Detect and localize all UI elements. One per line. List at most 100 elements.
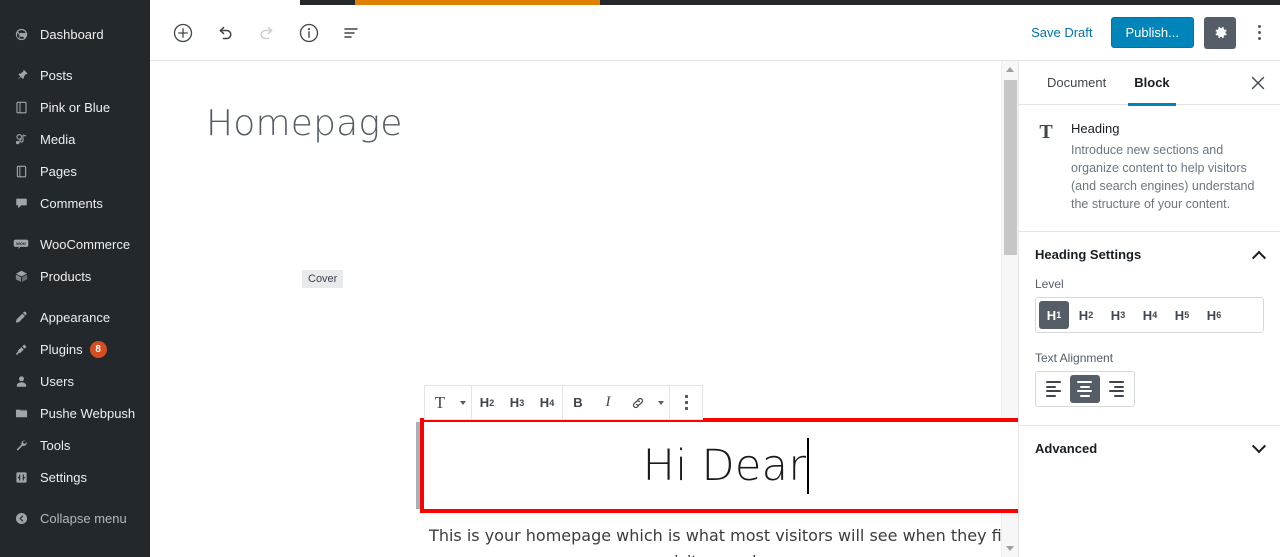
sidebar-item-pushe-webpush[interactable]: Pushe Webpush bbox=[0, 397, 150, 429]
heading-level-h2-button[interactable]: H2 bbox=[1071, 301, 1101, 329]
sidebar-item-pink-or-blue[interactable]: Pink or Blue bbox=[0, 91, 150, 123]
editor-toolbar: Save Draft Publish... bbox=[150, 5, 1280, 61]
woocommerce-icon: woo bbox=[10, 237, 32, 251]
block-type-button[interactable]: T bbox=[425, 386, 455, 419]
align-left-button[interactable] bbox=[1039, 375, 1068, 403]
sidebar-item-media[interactable]: Media bbox=[0, 123, 150, 155]
content-info-button[interactable] bbox=[292, 16, 326, 50]
inline-format-group: B I bbox=[563, 386, 670, 419]
undo-icon bbox=[219, 26, 232, 39]
settings-toggle-button[interactable] bbox=[1204, 16, 1236, 49]
level-number: 4 bbox=[1152, 310, 1158, 320]
tab-block[interactable]: Block bbox=[1120, 61, 1183, 106]
heading-level-h1-button[interactable]: H1 bbox=[1039, 301, 1069, 329]
progress-bar-fill bbox=[355, 0, 600, 5]
sidebar-item-plugins[interactable]: Plugins 8 bbox=[0, 333, 150, 365]
heading-settings-body: Level H1H2H3H4H5H6 Text Alignment bbox=[1019, 277, 1280, 425]
scrollbar-thumb[interactable] bbox=[1003, 80, 1017, 255]
sidebar-item-dashboard[interactable]: Dashboard bbox=[0, 18, 150, 50]
close-sidebar-button[interactable] bbox=[1240, 65, 1276, 101]
sidebar-item-label: Media bbox=[40, 131, 76, 147]
redo-icon bbox=[260, 26, 273, 39]
sidebar-item-label: Pushe Webpush bbox=[40, 405, 136, 421]
sidebar-item-settings[interactable]: Settings bbox=[0, 461, 150, 493]
link-icon bbox=[632, 397, 644, 408]
editor-scroll-region: Homepage Cover T H2 H 3 H 4 B I Hi Dear … bbox=[150, 61, 1018, 557]
sidebar-item-woocommerce[interactable]: woo WooCommerce bbox=[0, 228, 150, 260]
save-draft-button[interactable]: Save Draft bbox=[1023, 19, 1100, 46]
level-number: 1 bbox=[1056, 310, 1062, 320]
sidebar-item-label: WooCommerce bbox=[40, 236, 131, 252]
heading-level-h3-button[interactable]: H3 bbox=[1103, 301, 1133, 329]
sidebar-item-pages[interactable]: Pages bbox=[0, 155, 150, 187]
sidebar-item-label: Tools bbox=[40, 437, 71, 453]
level-letter: H bbox=[1078, 307, 1089, 323]
block-type-group: T bbox=[425, 386, 472, 419]
inspector-tabs: Document Block bbox=[1019, 61, 1280, 106]
heading-level-h4-button[interactable]: H4 bbox=[1135, 301, 1165, 329]
sidebar-item-posts[interactable]: Posts bbox=[0, 59, 150, 91]
gear-icon bbox=[1214, 26, 1227, 39]
more-tools-button[interactable] bbox=[1246, 17, 1272, 49]
block-format-toolbar: T H2 H3 H4 B I bbox=[424, 385, 703, 420]
heading-h2-button[interactable]: H2 bbox=[472, 386, 502, 419]
heading-level-h6-button[interactable]: H6 bbox=[1199, 301, 1229, 329]
products-icon bbox=[10, 269, 32, 284]
sidebar-item-label: Pages bbox=[40, 163, 77, 179]
kebab-dot bbox=[1257, 31, 1261, 34]
kebab-dot bbox=[684, 401, 688, 404]
chevron-down-icon bbox=[658, 400, 664, 405]
scrollbar-up-button[interactable] bbox=[1001, 61, 1018, 78]
level-label: Level bbox=[1035, 277, 1064, 291]
heading-h3-button[interactable]: H3 bbox=[502, 386, 532, 419]
sidebar-item-label: Dashboard bbox=[40, 26, 104, 42]
block-navigation-button[interactable] bbox=[334, 16, 368, 50]
add-block-button[interactable] bbox=[166, 16, 200, 50]
sidebar-item-products[interactable]: Products bbox=[0, 260, 150, 292]
undo-button[interactable] bbox=[208, 16, 242, 50]
editor-content-row: Homepage Cover T H2 H 3 H 4 B I Hi Dear … bbox=[150, 61, 1280, 557]
inline-more-caret-button[interactable] bbox=[653, 386, 669, 419]
heading-level-group: H2 H3 H4 bbox=[472, 386, 563, 419]
level-letter: H bbox=[1206, 307, 1217, 323]
brush-icon bbox=[10, 310, 32, 325]
block-more-options-button[interactable] bbox=[670, 386, 702, 419]
sidebar-item-tools[interactable]: Tools bbox=[0, 429, 150, 461]
link-button[interactable] bbox=[623, 386, 653, 419]
post-title[interactable]: Homepage bbox=[150, 61, 1001, 144]
sidebar-item-collapse-menu[interactable]: Collapse menu bbox=[0, 502, 150, 534]
block-breadcrumb-cover[interactable]: Cover bbox=[302, 270, 344, 288]
kebab-dot bbox=[684, 395, 688, 398]
kebab-dot bbox=[1257, 25, 1261, 28]
align-right-button[interactable] bbox=[1102, 375, 1131, 403]
sidebar-item-label: Pink or Blue bbox=[40, 99, 111, 115]
block-type-caret-button[interactable] bbox=[455, 386, 471, 419]
block-description-card: T Heading Introduce new sections and org… bbox=[1019, 105, 1280, 231]
redo-button[interactable] bbox=[250, 16, 284, 50]
heading-settings-title: Heading Settings bbox=[1035, 247, 1142, 262]
align-center-button[interactable] bbox=[1070, 375, 1100, 403]
heading-level-h5-button[interactable]: H5 bbox=[1167, 301, 1197, 329]
sidebar-item-comments[interactable]: Comments bbox=[0, 187, 150, 219]
menu-separator bbox=[0, 50, 150, 59]
sidebar-item-label: Settings bbox=[40, 469, 87, 485]
advanced-panel-header[interactable]: Advanced bbox=[1019, 426, 1280, 471]
paragraph-block[interactable]: This is your homepage which is what most… bbox=[420, 523, 1018, 557]
italic-button[interactable]: I bbox=[593, 386, 623, 419]
chevron-down-icon bbox=[460, 400, 466, 405]
sidebar-item-label: Comments bbox=[40, 195, 103, 211]
selected-heading-block[interactable]: Hi Dear bbox=[416, 418, 1018, 513]
scrollbar-down-button[interactable] bbox=[1001, 540, 1018, 557]
sidebar-item-users[interactable]: Users bbox=[0, 365, 150, 397]
sidebar-item-label: Appearance bbox=[40, 309, 111, 325]
tab-document[interactable]: Document bbox=[1033, 61, 1120, 105]
heading-h4-button[interactable]: H4 bbox=[532, 386, 562, 419]
sidebar-item-label: Products bbox=[40, 268, 92, 284]
editor-canvas[interactable]: Homepage Cover T H2 H 3 H 4 B I Hi Dear … bbox=[150, 61, 1018, 557]
bold-button[interactable]: B bbox=[563, 386, 593, 419]
heading-settings-header[interactable]: Heading Settings bbox=[1019, 232, 1280, 277]
publish-button[interactable]: Publish... bbox=[1110, 17, 1194, 48]
plus-circle-icon bbox=[173, 23, 193, 42]
sidebar-item-appearance[interactable]: Appearance bbox=[0, 301, 150, 333]
level-number: 3 bbox=[1120, 310, 1126, 320]
